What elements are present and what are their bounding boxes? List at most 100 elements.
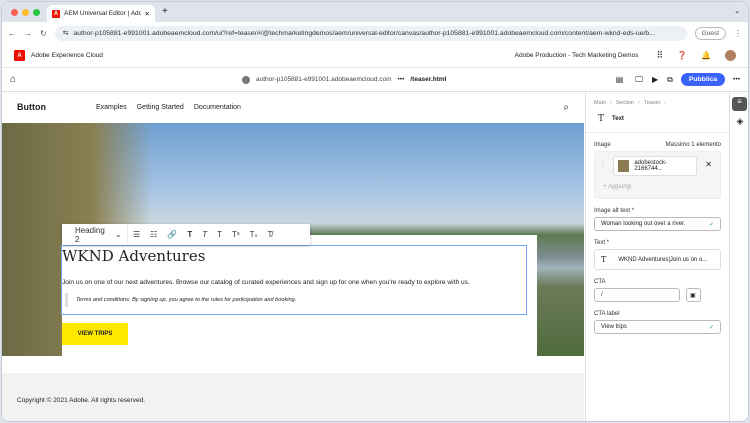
text-type-icon: T	[601, 255, 607, 264]
superscript-icon[interactable]: Tˢ	[227, 230, 245, 239]
valid-check-icon: ✓	[708, 221, 714, 228]
globe-icon	[242, 75, 250, 84]
notifications-icon[interactable]: 🔔	[701, 51, 711, 60]
close-window-button[interactable]	[11, 9, 18, 16]
search-icon[interactable]: ⌕	[563, 102, 569, 113]
underline-icon[interactable]: T	[212, 230, 227, 239]
nav-getting-started[interactable]: Getting Started	[137, 104, 184, 111]
link-icon[interactable]: 🔗	[162, 230, 182, 239]
address-bar-row: ← → ↻ ⇆ author-p105881-e991001.adobeaemclou…	[2, 22, 748, 44]
properties-icon[interactable]: ▤	[616, 75, 624, 84]
forward-icon[interactable]: →	[24, 29, 32, 38]
back-icon[interactable]: ←	[8, 29, 16, 38]
minimize-window-button[interactable]	[22, 9, 29, 16]
cta-label-input[interactable]: View trips ✓	[594, 320, 721, 334]
view-trips-button[interactable]: VIEW TRIPS	[62, 323, 128, 345]
image-filename: adobestock-2166744...	[634, 160, 668, 172]
bullet-list-icon[interactable]: ☰	[128, 230, 145, 239]
site-footer: Copyright © 2021 Adobe. All rights reser…	[2, 373, 584, 421]
text-field[interactable]: T WKND Adventures|Join us on o...	[594, 249, 721, 270]
clear-format-icon[interactable]: T̸	[262, 230, 277, 239]
breadcrumb-section[interactable]: Section	[616, 100, 634, 106]
numbered-list-icon[interactable]: ☷	[145, 230, 162, 239]
menu-icon[interactable]: ⋮	[734, 29, 742, 38]
preview-play-icon[interactable]: ▶	[652, 75, 658, 84]
cta-label: CTA	[594, 279, 606, 285]
image-thumbnail	[618, 160, 630, 172]
italic-icon[interactable]: T	[197, 230, 212, 239]
alt-text-label: Image alt text *	[594, 208, 635, 214]
breadcrumb-main[interactable]: Main	[594, 100, 606, 106]
tab-title: AEM Universal Editor | Adobe	[64, 10, 141, 17]
tab-list-button[interactable]: ⌄	[734, 7, 740, 15]
page-path[interactable]: /teaser.html	[410, 76, 446, 83]
copyright: Copyright © 2021 Adobe. All rights reser…	[17, 397, 146, 404]
drag-handle-icon[interactable]: ⋮	[600, 161, 606, 168]
format-value: Heading 2	[75, 225, 105, 244]
format-dropdown[interactable]: Heading 2 ⌄	[62, 224, 128, 245]
help-icon[interactable]: ❓	[677, 51, 687, 60]
browser-window: A AEM Universal Editor | Adobe ✕ + ⌄ ← → ↻ ⇆…	[1, 1, 749, 422]
add-label: Aggiungi	[607, 184, 632, 190]
editor-canvas: Button Examples Getting Started Document…	[2, 92, 584, 421]
tab-strip: A AEM Universal Editor | Adobe ✕ + ⌄	[2, 2, 748, 22]
rich-text-toolbar: Heading 2 ⌄ ☰ ☷ 🔗 TTT Tˢ Tₛ T̸	[62, 224, 310, 245]
more-icon[interactable]: •••	[733, 76, 740, 83]
nav-documentation[interactable]: Documentation	[194, 104, 241, 111]
text-component-icon: T	[598, 114, 605, 124]
guest-profile-button[interactable]: Guest	[694, 26, 726, 40]
org-switcher[interactable]: Adobe Production - Tech Marketing Demos	[515, 52, 639, 59]
valid-check-icon: ✓	[708, 324, 714, 331]
cta-label-value: View trips	[601, 324, 627, 330]
experience-cloud-header: A Adobe Experience Cloud Adobe Productio…	[2, 44, 748, 68]
site-settings-icon[interactable]: ⇆	[63, 29, 69, 37]
breadcrumb-teaser[interactable]: Teaser	[644, 100, 661, 106]
image-label: Image	[594, 142, 611, 148]
remove-image-icon[interactable]: ✕	[705, 160, 712, 169]
chevron-down-icon: ⌄	[114, 230, 122, 239]
properties-rail-icon[interactable]: ≡	[732, 97, 747, 111]
url-text: author-p105881-e991001.adobeaemcloud.com…	[73, 29, 655, 37]
subscript-icon[interactable]: Tₛ	[245, 230, 263, 239]
device-preview-icon[interactable]: 🖵	[635, 75, 643, 85]
url-input[interactable]: ⇆ author-p105881-e991001.adobeaemcloud.co…	[54, 25, 687, 41]
site-header: Button Examples Getting Started Document…	[2, 92, 584, 122]
publish-button[interactable]: Pubblica	[680, 73, 726, 86]
adobe-logo-icon: A	[14, 50, 25, 61]
right-rail: ≡ ◈	[729, 92, 748, 421]
component-name: Text	[612, 116, 624, 122]
cta-input[interactable]: /	[594, 288, 680, 302]
link-picker-button[interactable]: ▣	[686, 288, 701, 302]
browser-tab[interactable]: A AEM Universal Editor | Adobe ✕	[47, 5, 155, 22]
apps-grid-icon[interactable]: ⠿	[656, 50, 663, 61]
selection-outline	[61, 245, 527, 315]
image-max-label: Massimo 1 elemento	[665, 142, 721, 148]
breadcrumb: Main › Section › Teaser ›	[594, 100, 667, 106]
host-label: author-p105881-e991001.adobeaemcloud.com	[256, 76, 392, 83]
more-locations-button[interactable]: •••	[398, 76, 405, 83]
alt-text-input[interactable]: Woman looking out over a river. ✓	[594, 217, 721, 231]
home-icon[interactable]: ⌂	[10, 74, 16, 85]
properties-panel: Main › Section › Teaser › T Text Image Massimo…	[585, 92, 729, 421]
adobe-icon: A	[52, 9, 60, 18]
brand-name[interactable]: Adobe Experience Cloud	[31, 52, 103, 59]
nav-examples[interactable]: Examples	[96, 104, 127, 111]
maximize-window-button[interactable]	[33, 9, 40, 16]
cta-value: /	[601, 292, 603, 298]
add-image-button[interactable]: + Aggiungi	[603, 184, 631, 190]
image-asset[interactable]: adobestock-2166744...	[613, 156, 697, 176]
reload-icon[interactable]: ↻	[40, 29, 47, 38]
image-field: adobestock-2166744... ⋮ ✕ + Aggiungi	[594, 151, 721, 199]
bold-icon[interactable]: T	[182, 230, 197, 239]
new-tab-button[interactable]: +	[162, 6, 168, 17]
avatar[interactable]	[725, 50, 736, 61]
cta-label-label: CTA label	[594, 311, 620, 317]
editor-toolbar: ⌂ author-p105881-e991001.adobeaemcloud.c…	[2, 68, 748, 92]
layers-icon[interactable]: ◈	[730, 116, 748, 127]
open-in-new-icon[interactable]: ⧉	[667, 75, 673, 85]
text-value: WKND Adventures|Join us on o...	[618, 256, 708, 263]
alt-text-value: Woman looking out over a river.	[601, 221, 686, 227]
close-tab-icon[interactable]: ✕	[145, 10, 150, 18]
site-logo[interactable]: Button	[17, 102, 46, 112]
text-label: Text *	[594, 240, 610, 246]
